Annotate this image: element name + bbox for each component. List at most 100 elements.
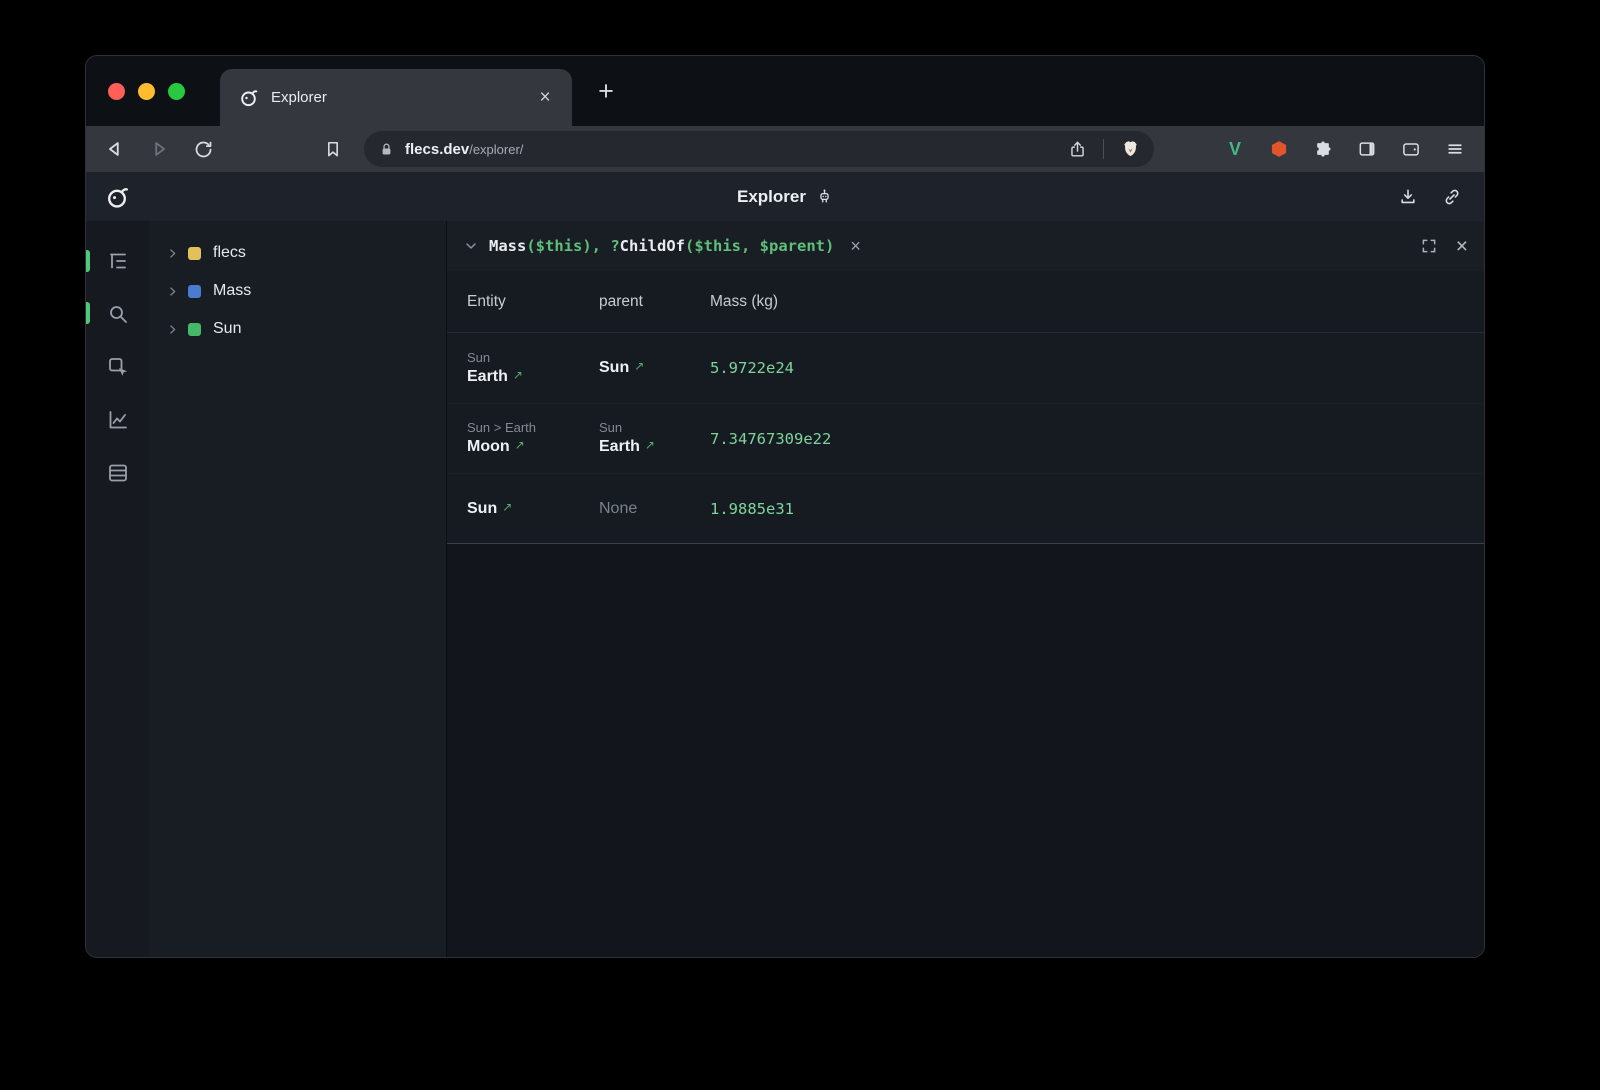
tab-title: Explorer xyxy=(271,89,520,106)
chevron-right-icon[interactable] xyxy=(166,247,179,260)
external-link-icon[interactable]: ↗ xyxy=(645,439,655,451)
browser-window: Explorer × + flecs.dev/explorer/ xyxy=(85,55,1485,958)
query-bar: Mass($this), ?ChildOf($this, $parent) × … xyxy=(447,221,1484,271)
query-actions: × xyxy=(1420,236,1468,257)
tab-strip: Explorer × + xyxy=(86,56,1484,126)
query-panel-empty-area xyxy=(447,544,1484,957)
menu-hamburger-icon[interactable] xyxy=(1436,130,1474,168)
tree-item-mass[interactable]: Mass xyxy=(149,272,446,310)
parent-link[interactable]: Sun xyxy=(599,358,629,378)
close-window-button[interactable] xyxy=(108,83,125,100)
entity-cell: Sun ↗ xyxy=(467,499,599,519)
mass-value: 1.9885e31 xyxy=(710,500,1484,518)
chevron-right-icon[interactable] xyxy=(166,285,179,298)
robot-icon xyxy=(816,188,833,205)
icon-rail xyxy=(86,221,149,957)
memory-rows-icon[interactable] xyxy=(106,461,130,485)
active-panel-indicator xyxy=(86,250,90,272)
mass-value: 7.34767309e22 xyxy=(710,430,1484,448)
browser-toolbar: flecs.dev/explorer/ V xyxy=(86,126,1484,172)
stats-chart-icon[interactable] xyxy=(106,408,130,432)
tab-close-button[interactable]: × xyxy=(532,85,558,111)
entity-path: Sun xyxy=(467,350,599,365)
tree-item-label: flecs xyxy=(213,244,246,262)
parent-cell: Sun ↗ xyxy=(599,358,710,378)
reload-button[interactable] xyxy=(184,130,222,168)
app-header: Explorer xyxy=(86,172,1484,221)
window-controls xyxy=(108,83,185,100)
wallet-icon[interactable] xyxy=(1392,130,1430,168)
extensions-puzzle-icon[interactable] xyxy=(1304,130,1342,168)
query-expression[interactable]: Mass($this), ?ChildOf($this, $parent) xyxy=(489,237,834,255)
column-header-parent: parent xyxy=(599,293,710,311)
external-link-icon[interactable]: ↗ xyxy=(513,369,523,381)
close-panel-button[interactable]: × xyxy=(1456,236,1468,257)
header-actions xyxy=(1394,183,1466,211)
table-row: Sun > Earth Moon ↗ Sun Earth ↗ 7.34767309e… xyxy=(447,403,1484,473)
new-tab-button[interactable]: + xyxy=(588,73,624,109)
mass-value: 5.9722e24 xyxy=(710,359,1484,377)
sidebar-toggle-icon[interactable] xyxy=(1348,130,1386,168)
forward-button[interactable] xyxy=(140,130,178,168)
page-body: flecs Mass Sun xyxy=(86,221,1484,957)
parent-path: Sun xyxy=(599,420,710,435)
tree-item-label: Mass xyxy=(213,282,251,300)
query-search-icon[interactable] xyxy=(106,302,130,326)
share-button[interactable] xyxy=(1061,133,1093,165)
column-header-mass: Mass (kg) xyxy=(710,293,1484,311)
download-icon[interactable] xyxy=(1394,183,1422,211)
active-panel-indicator xyxy=(86,302,90,324)
address-bar[interactable]: flecs.dev/explorer/ xyxy=(364,131,1154,167)
entity-swatch xyxy=(188,285,201,298)
link-icon[interactable] xyxy=(1438,183,1466,211)
fullscreen-icon[interactable] xyxy=(1420,237,1438,255)
urlbar-divider xyxy=(1103,139,1104,159)
flecs-explorer-page: Explorer xyxy=(86,172,1484,957)
bookmark-icon[interactable] xyxy=(314,130,352,168)
vue-devtools-extension-icon[interactable]: V xyxy=(1216,130,1254,168)
parent-link[interactable]: Earth xyxy=(599,437,640,457)
column-header-entity: Entity xyxy=(467,293,599,311)
zoom-window-button[interactable] xyxy=(168,83,185,100)
entity-swatch xyxy=(188,323,201,336)
lock-icon xyxy=(378,141,395,158)
minimize-window-button[interactable] xyxy=(138,83,155,100)
external-link-icon[interactable]: ↗ xyxy=(634,360,644,372)
entity-cell: Sun Earth ↗ xyxy=(467,350,599,387)
entity-link[interactable]: Sun xyxy=(467,499,497,519)
parent-none-value: None xyxy=(599,499,637,519)
entity-path: Sun > Earth xyxy=(467,420,599,435)
external-link-icon[interactable]: ↗ xyxy=(515,439,525,451)
parent-cell: Sun Earth ↗ xyxy=(599,420,710,457)
back-button[interactable] xyxy=(96,130,134,168)
clear-query-button[interactable]: × xyxy=(850,236,861,257)
url-path: /explorer/ xyxy=(469,142,523,157)
page-title: Explorer xyxy=(737,187,833,207)
tree-item-label: Sun xyxy=(213,320,241,338)
hexagon-extension-icon[interactable] xyxy=(1260,130,1298,168)
chevron-down-icon[interactable] xyxy=(463,238,479,254)
brave-shields-icon[interactable] xyxy=(1114,133,1146,165)
tab-explorer[interactable]: Explorer × xyxy=(220,69,572,126)
flecs-logo-icon[interactable] xyxy=(104,184,130,210)
entity-cell: Sun > Earth Moon ↗ xyxy=(467,420,599,457)
results-table: Entity parent Mass (kg) Sun Earth ↗ Sun ↗ xyxy=(447,271,1484,544)
entity-link[interactable]: Earth xyxy=(467,367,508,387)
table-row: Sun ↗ None 1.9885e31 xyxy=(447,473,1484,543)
url-text[interactable]: flecs.dev/explorer/ xyxy=(405,141,1051,158)
table-row: Sun Earth ↗ Sun ↗ 5.9722e24 xyxy=(447,333,1484,403)
external-link-icon[interactable]: ↗ xyxy=(502,501,512,513)
query-panel: Mass($this), ?ChildOf($this, $parent) × … xyxy=(446,221,1484,957)
table-header-row: Entity parent Mass (kg) xyxy=(447,271,1484,333)
entity-link[interactable]: Moon xyxy=(467,437,510,457)
entity-tree-panel: flecs Mass Sun xyxy=(149,221,446,957)
entity-swatch xyxy=(188,247,201,260)
tree-item-flecs[interactable]: flecs xyxy=(149,234,446,272)
parent-cell: None xyxy=(599,499,710,519)
flecs-favicon-icon xyxy=(238,87,259,108)
chevron-right-icon[interactable] xyxy=(166,323,179,336)
url-domain: flecs.dev xyxy=(405,141,469,158)
tree-panel-icon[interactable] xyxy=(106,249,130,273)
inspect-panel-icon[interactable] xyxy=(106,355,130,379)
tree-item-sun[interactable]: Sun xyxy=(149,310,446,348)
